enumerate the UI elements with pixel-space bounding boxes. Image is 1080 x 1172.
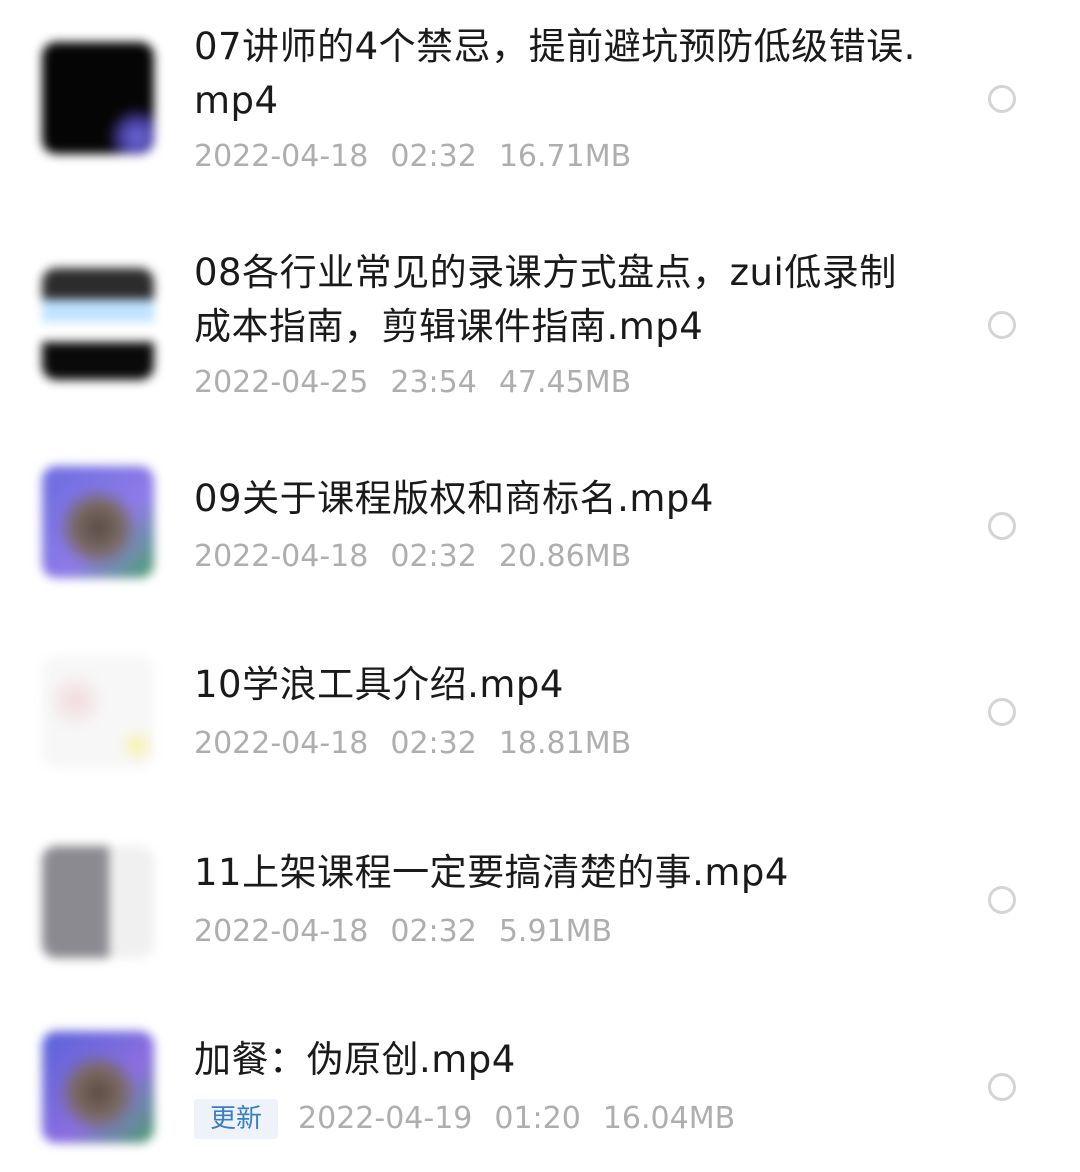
list-item[interactable]: 08各行业常见的录课方式盘点，zui低录制成本指南，剪辑课件指南.mp4 202… [0,230,1080,440]
file-list: 07讲师的4个禁忌，提前避坑预防低级错误.mp4 2022-04-18 02:3… [0,0,1080,1172]
select-radio[interactable] [988,698,1016,726]
list-item[interactable]: 11上架课程一定要搞清楚的事.mp4 2022-04-18 02:32 5.91… [0,838,1080,988]
file-title: 加餐：伪原创.mp4 [194,1038,516,1081]
list-item[interactable]: 10学浪工具介绍.mp4 2022-04-18 02:32 18.81MB [0,650,1080,800]
select-radio[interactable] [988,1073,1016,1101]
file-meta: 更新 2022-04-19 01:20 16.04MB [194,1099,757,1139]
file-time: 23:54 [390,365,477,400]
file-meta: 2022-04-18 02:32 16.71MB [194,137,653,177]
file-date: 2022-04-18 [194,726,369,761]
update-badge: 更新 [194,1099,279,1139]
file-size: 16.71MB [498,139,632,174]
file-date: 2022-04-18 [194,539,369,574]
file-title: 08各行业常见的录课方式盘点，zui低录制成本指南，剪辑课件指南.mp4 [194,251,897,348]
file-title: 09关于课程版权和商标名.mp4 [194,477,714,520]
video-thumbnail [42,656,154,768]
file-time: 02:32 [390,139,477,174]
select-radio[interactable] [988,512,1016,540]
select-radio[interactable] [988,85,1016,113]
video-thumbnail [42,466,154,578]
file-date: 2022-04-19 [298,1101,473,1136]
file-time: 02:32 [390,726,477,761]
file-title: 10学浪工具介绍.mp4 [194,663,564,706]
file-size: 16.04MB [602,1101,736,1136]
select-radio[interactable] [988,311,1016,339]
select-radio[interactable] [988,886,1016,914]
file-size: 20.86MB [498,539,632,574]
file-date: 2022-04-25 [194,365,369,400]
file-time: 02:32 [390,914,477,949]
file-meta: 2022-04-18 02:32 20.86MB [194,537,653,577]
list-item[interactable]: 加餐：伪原创.mp4 更新 2022-04-19 01:20 16.04MB [0,1025,1080,1172]
file-meta: 2022-04-18 02:32 5.91MB [194,912,634,952]
file-date: 2022-04-18 [194,914,369,949]
file-meta: 2022-04-18 02:32 18.81MB [194,724,653,764]
file-title: 11上架课程一定要搞清楚的事.mp4 [194,851,789,894]
file-title: 07讲师的4个禁忌，提前避坑预防低级错误.mp4 [194,25,916,122]
file-size: 18.81MB [498,726,632,761]
list-item[interactable]: 07讲师的4个禁忌，提前避坑预防低级错误.mp4 2022-04-18 02:3… [0,0,1080,210]
file-size: 47.45MB [498,365,632,400]
video-thumbnail [42,1031,154,1143]
file-date: 2022-04-18 [194,139,369,174]
file-meta: 2022-04-25 23:54 47.45MB [194,363,653,403]
file-size: 5.91MB [498,914,613,949]
file-time: 02:32 [390,539,477,574]
list-item[interactable]: 09关于课程版权和商标名.mp4 2022-04-18 02:32 20.86M… [0,460,1080,610]
video-thumbnail [42,42,154,154]
file-time: 01:20 [494,1101,581,1136]
video-thumbnail [42,268,154,380]
video-thumbnail [42,846,154,958]
